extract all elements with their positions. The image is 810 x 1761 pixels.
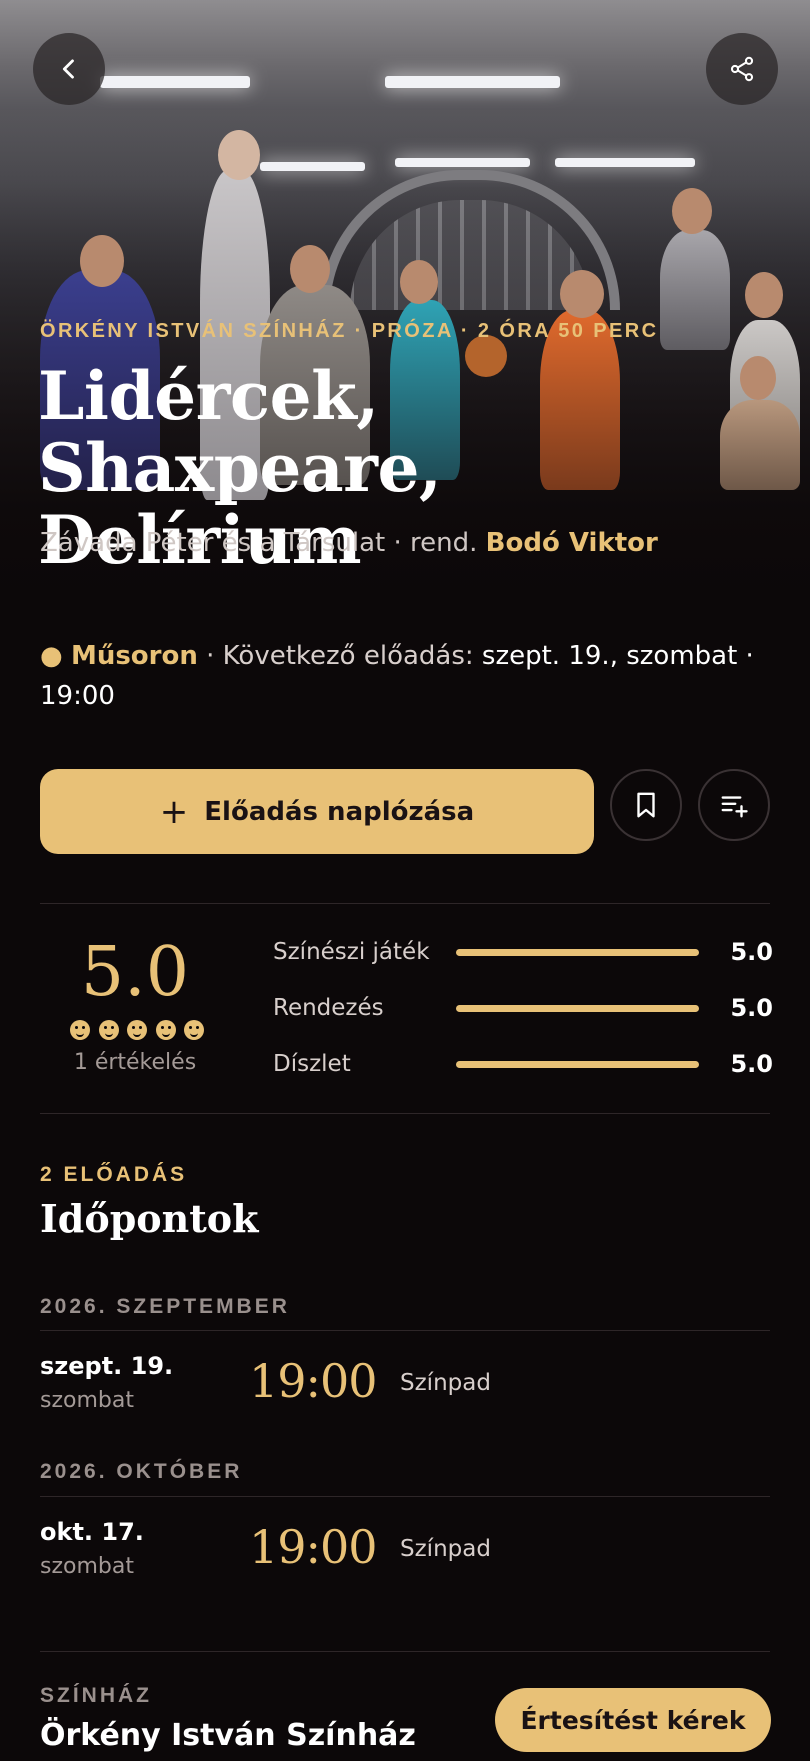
rating-criterion: Díszlet 5.0 xyxy=(273,1044,773,1084)
criterion-value: 5.0 xyxy=(730,1050,773,1078)
performance-count: 2 ELŐADÁS xyxy=(40,1163,188,1186)
show-credits: Závada Péter és a Társulat · rend. Bodó … xyxy=(40,528,658,558)
performer-head xyxy=(80,235,124,287)
criterion-label: Rendezés xyxy=(273,995,384,1021)
share-button[interactable] xyxy=(706,33,778,105)
rating-face-icon xyxy=(184,1020,204,1040)
divider xyxy=(40,903,770,904)
divider xyxy=(40,1113,770,1114)
rating-face-icon xyxy=(155,1020,176,1040)
average-score: 5.0 xyxy=(80,933,190,1012)
next-label: · Következő előadás: xyxy=(197,641,482,671)
stage-light xyxy=(385,76,560,88)
performance-date: okt. 17. xyxy=(40,1518,144,1546)
director-link[interactable]: Bodó Viktor xyxy=(486,528,658,558)
chevron-left-icon xyxy=(62,59,74,79)
divider xyxy=(40,1330,770,1331)
stage-light xyxy=(260,162,365,171)
show-meta: ÖRKÉNY ISTVÁN SZÍNHÁZ · PRÓZA · 2 ÓRA 50… xyxy=(40,320,659,342)
performance-venue: Színpad xyxy=(400,1536,491,1562)
rating-count: 1 értékelés xyxy=(73,1050,197,1075)
performance-status: ● Műsoron · Következő előadás: szept. 19… xyxy=(40,636,780,716)
performer-head xyxy=(672,188,712,234)
performance-day: szombat xyxy=(40,1554,134,1579)
plus-icon: + xyxy=(159,791,189,832)
month-header: 2026. OKTÓBER xyxy=(40,1460,243,1483)
section-title: Időpontok xyxy=(40,1196,259,1241)
criterion-value: 5.0 xyxy=(730,938,773,966)
status-badge: Műsoron xyxy=(70,641,198,671)
rating-face-icon xyxy=(70,1020,90,1040)
credits-text: Závada Péter és a Társulat · rend. xyxy=(40,528,486,558)
bookmark-button[interactable] xyxy=(610,769,682,841)
venue-name[interactable]: Örkény István Színház xyxy=(40,1718,416,1753)
stage-ceiling xyxy=(0,0,810,110)
criterion-bar xyxy=(456,948,699,956)
divider xyxy=(40,1651,770,1652)
divider xyxy=(40,1496,770,1497)
performance-time: 19:00 xyxy=(249,1354,378,1408)
share-icon xyxy=(730,56,754,82)
criterion-label: Színészi játék xyxy=(273,939,430,965)
performer-head xyxy=(560,270,604,318)
performer-head xyxy=(218,130,260,180)
rating-faces xyxy=(70,1020,204,1040)
stage-light xyxy=(555,158,695,167)
performance-day: szombat xyxy=(40,1388,134,1413)
rating-criterion: Rendezés 5.0 xyxy=(273,988,773,1028)
stage-light xyxy=(395,158,530,167)
performer xyxy=(660,230,730,350)
performer-head xyxy=(745,272,783,318)
performance-row[interactable]: okt. 17. szombat 19:00 Színpad xyxy=(40,1518,770,1588)
performer-head xyxy=(290,245,330,293)
rating-face-icon xyxy=(127,1020,147,1040)
rating-face-icon xyxy=(98,1020,119,1040)
criterion-label: Díszlet xyxy=(273,1051,351,1077)
log-performance-label: Előadás naplózása xyxy=(204,796,475,827)
performance-row[interactable]: szept. 19. szombat 19:00 Színpad xyxy=(40,1352,770,1422)
performance-venue: Színpad xyxy=(400,1370,491,1396)
rating-criterion: Színészi játék 5.0 xyxy=(273,932,773,972)
venue-label: SZÍNHÁZ xyxy=(40,1684,152,1707)
playlist-add-icon xyxy=(721,796,748,818)
back-button[interactable] xyxy=(33,33,105,105)
criterion-bar xyxy=(456,1004,699,1012)
notify-button[interactable]: Értesítést kérek xyxy=(495,1688,771,1752)
status-dot: ● xyxy=(40,641,63,671)
performance-time: 19:00 xyxy=(249,1520,378,1574)
performer-head xyxy=(400,260,438,304)
criterion-bar xyxy=(456,1060,699,1068)
log-performance-button[interactable]: + Előadás naplózása xyxy=(40,769,594,854)
add-to-list-button[interactable] xyxy=(698,769,770,841)
bookmark-icon xyxy=(637,792,655,818)
criterion-value: 5.0 xyxy=(730,994,773,1022)
performance-date: szept. 19. xyxy=(40,1352,174,1380)
stage-light xyxy=(100,76,250,88)
month-header: 2026. SZEPTEMBER xyxy=(40,1295,290,1318)
